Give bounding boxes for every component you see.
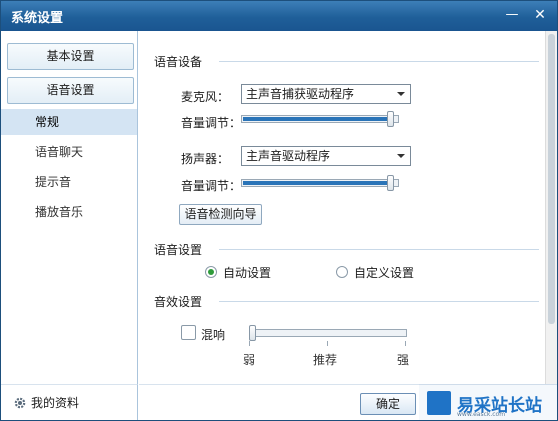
reverb-checkbox[interactable] <box>181 325 196 340</box>
voice-test-wizard-button[interactable]: 语音检测向导 <box>179 204 262 225</box>
settings-window: 系统设置 — ✕ 基本设置 语音设置 常规 语音聊天 提示音 播放音乐 我的资料… <box>0 0 558 421</box>
slider-tick <box>327 341 328 346</box>
watermark-logo-icon <box>427 391 451 415</box>
chevron-down-icon <box>397 154 405 158</box>
reverb-thumb[interactable] <box>249 325 256 341</box>
mic-volume-label: 音量调节： <box>181 116 242 130</box>
sidebar-item-voice-chat[interactable]: 语音聊天 <box>1 139 137 165</box>
mic-volume-thumb[interactable] <box>387 111 394 127</box>
ok-button[interactable]: 确定 <box>360 393 416 415</box>
tick-label-recommended: 推荐 <box>313 353 338 367</box>
speaker-volume-thumb[interactable] <box>387 175 394 191</box>
reverb-slider[interactable] <box>249 329 407 337</box>
speaker-volume-label: 音量调节： <box>181 179 242 193</box>
sidebar-group-basic[interactable]: 基本设置 <box>7 43 134 70</box>
window-title: 系统设置 <box>11 11 64 26</box>
speaker-select[interactable]: 主声音驱动程序 <box>241 146 411 166</box>
settings-content: 语音设备 麦克风： 主声音捕获驱动程序 音量调节： 扬声器： 主声音驱动程序 音… <box>139 31 545 384</box>
speaker-volume-slider[interactable] <box>241 179 399 187</box>
speaker-volume-fill <box>243 181 392 185</box>
content-scrollbar[interactable] <box>545 31 557 384</box>
sidebar-item-general[interactable]: 常规 <box>1 109 137 135</box>
sidebar-item-play-music[interactable]: 播放音乐 <box>1 199 137 225</box>
sidebar: 基本设置 语音设置 常规 语音聊天 提示音 播放音乐 <box>1 31 138 384</box>
sidebar-item-notification-sound[interactable]: 提示音 <box>1 169 137 195</box>
mic-volume-slider[interactable] <box>241 115 399 123</box>
speaker-select-value: 主声音驱动程序 <box>246 149 331 163</box>
radio-custom-settings[interactable] <box>336 266 348 278</box>
auto-settings-label: 自动设置 <box>223 266 272 280</box>
scrollbar-thumb[interactable] <box>548 34 555 324</box>
mic-volume-fill <box>243 117 392 121</box>
tick-label-strong: 强 <box>397 353 410 367</box>
tick-label-weak: 弱 <box>243 353 256 367</box>
minimize-button[interactable]: — <box>501 5 523 25</box>
radio-auto-settings[interactable] <box>205 266 217 278</box>
slider-tick <box>405 341 406 346</box>
sidebar-footer: 我的资料 <box>1 384 138 420</box>
section-title-voice-settings: 语音设置 <box>154 243 203 257</box>
section-divider <box>219 301 539 302</box>
chevron-down-icon <box>397 92 405 96</box>
section-title-voice-device: 语音设备 <box>154 55 203 69</box>
gear-icon <box>14 397 26 409</box>
section-divider <box>219 249 539 250</box>
title-bar[interactable]: 系统设置 — ✕ <box>1 1 557 31</box>
reverb-label: 混响 <box>201 328 226 342</box>
close-button[interactable]: ✕ <box>529 5 551 25</box>
section-divider <box>219 61 539 62</box>
sidebar-group-voice[interactable]: 语音设置 <box>7 77 134 104</box>
watermark: 易采站长站 www.easck.com <box>419 384 557 420</box>
custom-settings-label: 自定义设置 <box>354 266 415 280</box>
watermark-url: www.easck.com <box>457 411 506 418</box>
slider-tick <box>249 341 250 346</box>
mic-select[interactable]: 主声音捕获驱动程序 <box>241 84 411 104</box>
my-profile-label: 我的资料 <box>31 396 80 410</box>
mic-select-value: 主声音捕获驱动程序 <box>246 87 355 101</box>
my-profile-link[interactable]: 我的资料 <box>13 394 79 411</box>
section-title-sound-effects: 音效设置 <box>154 295 203 309</box>
speaker-label: 扬声器： <box>181 152 230 166</box>
mic-label: 麦克风： <box>181 90 230 104</box>
